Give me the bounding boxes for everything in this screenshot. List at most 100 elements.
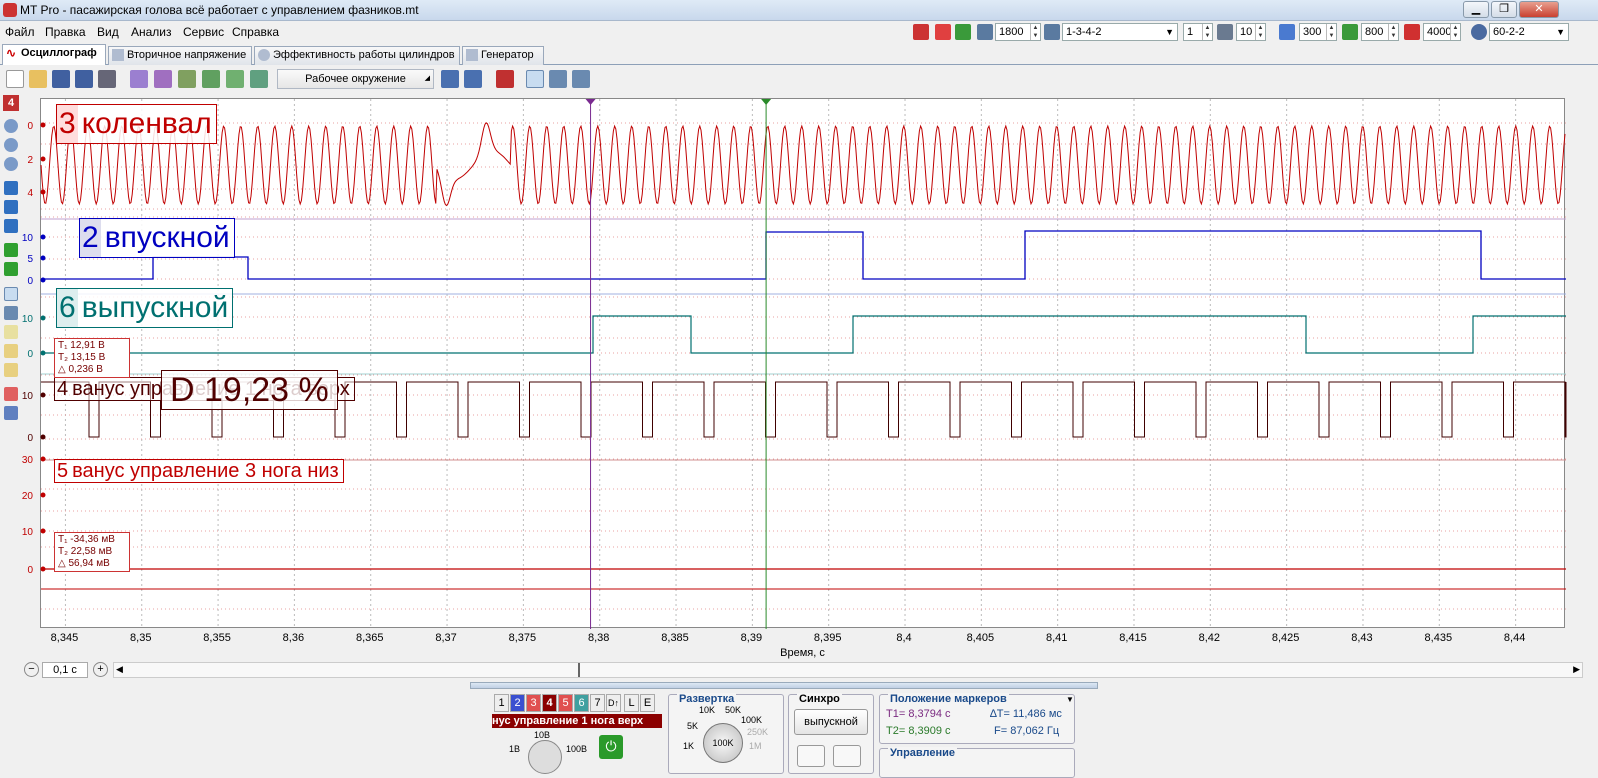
- active-channel-badge[interactable]: 4: [3, 95, 19, 111]
- panel-collapse-strip[interactable]: [470, 682, 1098, 689]
- channel-button-5[interactable]: 5: [558, 694, 573, 712]
- sync-source-button[interactable]: выпускной: [794, 709, 868, 735]
- zoom-in-time-icon[interactable]: +: [93, 662, 108, 677]
- cycles-spinner[interactable]: 10 ▲ ▼: [1236, 23, 1266, 41]
- channel-button-6[interactable]: 6: [574, 694, 589, 712]
- grid-icon[interactable]: [549, 70, 567, 88]
- scroll-right-icon[interactable]: ▶: [1573, 664, 1580, 675]
- zoom-reset-icon[interactable]: [4, 138, 18, 152]
- print-icon[interactable]: [98, 70, 116, 88]
- menu-edit[interactable]: Правка: [45, 25, 86, 39]
- timebase-value[interactable]: 0,1 с: [42, 662, 88, 678]
- cylinder-spinner[interactable]: 1 ▲ ▼: [1183, 23, 1213, 41]
- save-view-icon[interactable]: [464, 70, 482, 88]
- horizontal-scrollbar[interactable]: ◀ ▶: [113, 662, 1583, 678]
- menu-help[interactable]: Справка: [232, 25, 279, 39]
- waveform-canvas[interactable]: 0 2 4 10 5 0 10 0 10 0 30 20 10 0: [22, 99, 1567, 629]
- channel-label-exhaust[interactable]: 6 выпускной: [56, 288, 234, 328]
- channel-button-7[interactable]: 7: [590, 694, 605, 712]
- channel-button-l[interactable]: L: [624, 694, 639, 712]
- channels-ok-icon[interactable]: [202, 70, 220, 88]
- car-icon[interactable]: [913, 24, 929, 40]
- move-up-icon[interactable]: [4, 181, 18, 195]
- val2-spinner[interactable]: 800 ▲ ▼: [1361, 23, 1399, 41]
- menu-view[interactable]: Вид: [97, 25, 119, 39]
- spin-arrows-icon[interactable]: ▲ ▼: [1326, 24, 1336, 40]
- expand-icon[interactable]: [4, 200, 18, 214]
- t1-t2-icon[interactable]: [4, 363, 18, 377]
- car-settings-icon[interactable]: [496, 70, 514, 88]
- y-tick-label: 2: [27, 155, 33, 166]
- arrow-up-icon[interactable]: [4, 243, 18, 257]
- channel-label-vanos-bottom[interactable]: 5 ванус управление 3 нога низ: [54, 459, 344, 483]
- open-folder-icon[interactable]: [29, 70, 47, 88]
- firing-order-select[interactable]: 1-3-4-2 ▼: [1062, 23, 1178, 41]
- channels-arrow-icon[interactable]: [226, 70, 244, 88]
- channel-button-4[interactable]: 4: [542, 694, 557, 712]
- maximize-button[interactable]: ❐: [1491, 1, 1517, 18]
- zoom-fit-icon[interactable]: [572, 70, 590, 88]
- chevron-down-icon[interactable]: ▼: [1066, 695, 1074, 704]
- range-icon[interactable]: [4, 344, 18, 358]
- save-as-icon[interactable]: [75, 70, 93, 88]
- power-icon[interactable]: ⏻: [599, 735, 623, 759]
- close-button[interactable]: ✕: [1519, 1, 1559, 18]
- spin-arrows-icon[interactable]: ▲ ▼: [1255, 24, 1265, 40]
- sync-falling-edge-icon[interactable]: [833, 745, 861, 767]
- waveform-icon[interactable]: [4, 387, 18, 401]
- zoom-in-icon[interactable]: [4, 157, 18, 171]
- measurement-box-2[interactable]: T₁ -34,36 мВ T₂ 22,58 мВ △ 56,94 мВ: [54, 532, 130, 572]
- scroll-thumb[interactable]: [578, 663, 580, 677]
- text-label-icon[interactable]: [4, 325, 18, 339]
- cursor-icon[interactable]: [4, 287, 18, 301]
- arrow-down-icon[interactable]: [4, 262, 18, 276]
- channel-label-intake[interactable]: 2 впускной: [79, 218, 235, 258]
- cursor-mode-icon[interactable]: [526, 70, 544, 88]
- sweep-knob[interactable]: 100K: [703, 723, 743, 763]
- channel-button-e[interactable]: E: [640, 694, 655, 712]
- channels-x-icon[interactable]: [154, 70, 172, 88]
- channel-label-crank[interactable]: 3 коленвал: [56, 104, 217, 144]
- channels-add-icon[interactable]: [178, 70, 196, 88]
- duty-cycle-label[interactable]: D 19,23 %: [161, 370, 338, 410]
- spin-arrows-icon[interactable]: ▲ ▼: [1202, 24, 1212, 40]
- channel-button-2[interactable]: 2: [510, 694, 525, 712]
- val3-spinner[interactable]: 4000 ▲ ▼: [1423, 23, 1461, 41]
- scroll-left-icon[interactable]: ◀: [116, 664, 123, 675]
- work-environment-dropdown[interactable]: Рабочее окружение ◢: [277, 69, 434, 89]
- channel-button-d[interactable]: D↑: [606, 694, 621, 712]
- channel-button-1[interactable]: 1: [494, 694, 509, 712]
- tab-oscilloscope[interactable]: ∿ Осциллограф: [2, 44, 106, 65]
- channels-icon[interactable]: [130, 70, 148, 88]
- spin-arrows-icon[interactable]: ▲ ▼: [1450, 24, 1460, 40]
- teeth-pattern-select[interactable]: 60-2-2 ▼: [1489, 23, 1569, 41]
- menu-service[interactable]: Сервис: [183, 25, 224, 39]
- spin-arrows-icon[interactable]: ▲ ▼: [1030, 24, 1040, 40]
- move-down-icon[interactable]: [4, 219, 18, 233]
- oscilloscope-plot[interactable]: 0 2 4 10 5 0 10 0 10 0 30 20 10 0: [22, 98, 1567, 629]
- sync-rising-edge-icon[interactable]: [797, 745, 825, 767]
- tab-generator[interactable]: Генератор: [462, 46, 544, 65]
- undo-icon[interactable]: [441, 70, 459, 88]
- channels-check-icon[interactable]: [250, 70, 268, 88]
- tab-cylinder-efficiency[interactable]: Эффективность работы цилиндров: [254, 46, 460, 65]
- new-file-icon[interactable]: [6, 70, 24, 88]
- time-tick-label: 8,435: [1424, 632, 1453, 644]
- channel-button-3[interactable]: 3: [526, 694, 541, 712]
- menu-file[interactable]: Файл: [5, 25, 35, 39]
- spin-arrows-icon[interactable]: ▲ ▼: [1388, 24, 1398, 40]
- tab-secondary-voltage[interactable]: Вторичное напряжение: [108, 46, 252, 65]
- cylinder-green-icon[interactable]: [955, 24, 971, 40]
- channel-zero-marker: [40, 350, 46, 356]
- signal-icon[interactable]: [4, 406, 18, 420]
- save-icon[interactable]: [52, 70, 70, 88]
- menu-analysis[interactable]: Анализ: [131, 25, 172, 39]
- zoom-out-time-icon[interactable]: −: [24, 662, 39, 677]
- cylinder-6-icon[interactable]: [935, 24, 951, 40]
- minimize-button[interactable]: ▁: [1463, 1, 1489, 18]
- measure-icon[interactable]: [4, 306, 18, 320]
- rpm-spinner[interactable]: 1800 ▲ ▼: [995, 23, 1041, 41]
- val1-spinner[interactable]: 300 ▲ ▼: [1299, 23, 1337, 41]
- zoom-out-icon[interactable]: [4, 119, 18, 133]
- measurement-box-1[interactable]: T₁ 12,91 В T₂ 13,15 В △ 0,236 В: [54, 338, 130, 378]
